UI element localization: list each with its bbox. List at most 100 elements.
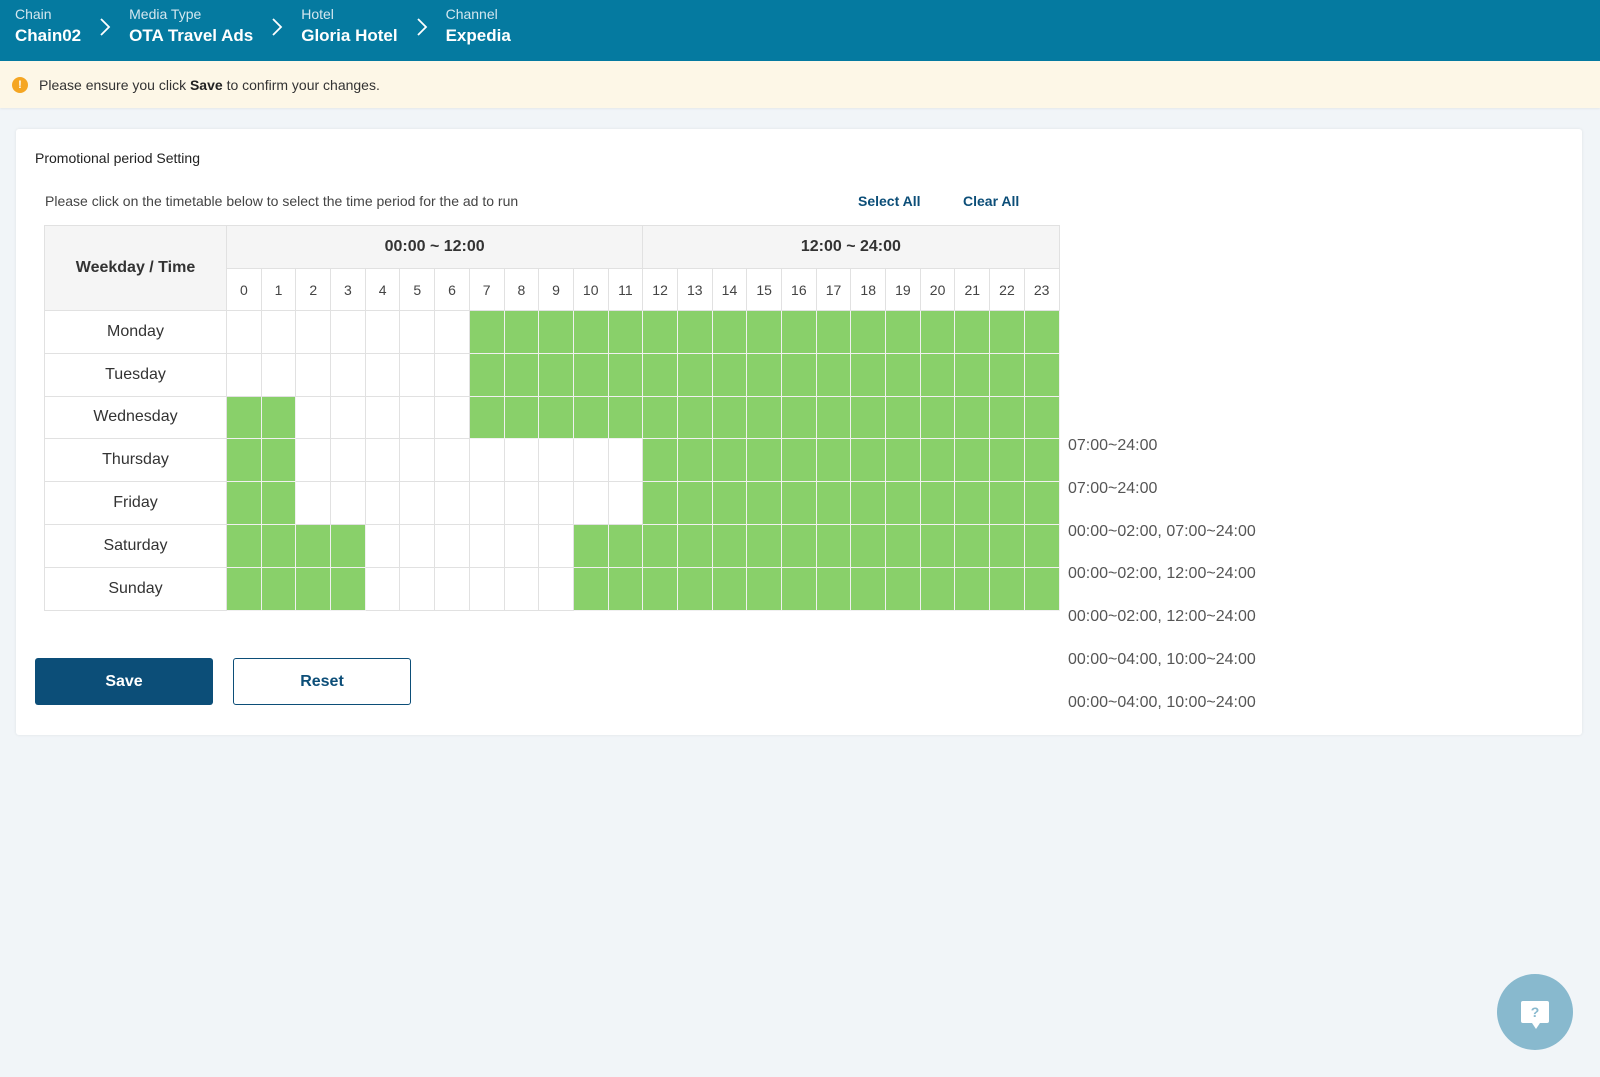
time-slot-cell[interactable] (781, 481, 817, 525)
hour-header[interactable]: 6 (434, 268, 470, 311)
time-slot-cell[interactable] (919, 566, 956, 611)
time-slot-cell[interactable] (989, 523, 1025, 568)
hour-header[interactable]: 19 (885, 268, 921, 311)
time-slot-cell[interactable] (503, 481, 540, 525)
time-slot-cell[interactable] (676, 566, 713, 611)
time-slot-cell[interactable] (434, 395, 470, 440)
hour-header[interactable]: 22 (989, 268, 1025, 311)
time-slot-cell[interactable] (919, 395, 956, 440)
time-slot-cell[interactable] (642, 352, 678, 397)
time-slot-cell[interactable] (468, 438, 505, 483)
breadcrumb-item-media-type[interactable]: Media Type OTA Travel Ads (129, 0, 253, 48)
time-slot-cell[interactable] (746, 438, 782, 483)
time-slot-cell[interactable] (364, 481, 401, 525)
time-slot-cell[interactable] (468, 566, 505, 611)
time-slot-cell[interactable] (989, 481, 1025, 525)
time-slot-cell[interactable] (538, 481, 574, 525)
hour-header[interactable]: 0 (226, 268, 262, 311)
time-slot-cell[interactable] (954, 395, 991, 440)
time-slot-cell[interactable] (607, 352, 644, 397)
time-slot-cell[interactable] (330, 523, 366, 568)
time-slot-cell[interactable] (399, 481, 436, 525)
time-slot-cell[interactable] (572, 310, 609, 354)
time-slot-cell[interactable] (364, 395, 401, 440)
time-slot-cell[interactable] (572, 395, 609, 440)
time-slot-cell[interactable] (885, 566, 921, 611)
time-slot-cell[interactable] (954, 566, 991, 611)
time-slot-cell[interactable] (711, 352, 748, 397)
time-slot-cell[interactable] (538, 310, 574, 354)
time-slot-cell[interactable] (399, 395, 436, 440)
time-slot-cell[interactable] (642, 310, 678, 354)
hour-header[interactable]: 9 (538, 268, 574, 311)
hour-header[interactable]: 13 (676, 268, 713, 311)
time-slot-cell[interactable] (850, 481, 887, 525)
time-slot-cell[interactable] (850, 438, 887, 483)
hour-header[interactable]: 21 (954, 268, 991, 311)
time-slot-cell[interactable] (781, 438, 817, 483)
time-slot-cell[interactable] (989, 352, 1025, 397)
time-slot-cell[interactable] (850, 523, 887, 568)
time-slot-cell[interactable] (295, 566, 332, 611)
time-slot-cell[interactable] (676, 395, 713, 440)
time-slot-cell[interactable] (885, 310, 921, 354)
weekday-label[interactable]: Monday (44, 310, 227, 354)
time-slot-cell[interactable] (572, 566, 609, 611)
time-slot-cell[interactable] (260, 310, 297, 354)
time-slot-cell[interactable] (711, 566, 748, 611)
reset-button[interactable]: Reset (233, 658, 411, 705)
hour-header[interactable]: 16 (781, 268, 817, 311)
time-slot-cell[interactable] (954, 310, 991, 354)
time-slot-cell[interactable] (711, 481, 748, 525)
time-slot-cell[interactable] (781, 566, 817, 611)
time-slot-cell[interactable] (503, 523, 540, 568)
time-slot-cell[interactable] (885, 523, 921, 568)
time-slot-cell[interactable] (330, 481, 366, 525)
time-slot-cell[interactable] (503, 395, 540, 440)
time-slot-cell[interactable] (607, 438, 644, 483)
time-slot-cell[interactable] (746, 566, 782, 611)
time-slot-cell[interactable] (538, 523, 574, 568)
time-slot-cell[interactable] (989, 395, 1025, 440)
time-slot-cell[interactable] (746, 523, 782, 568)
time-slot-cell[interactable] (538, 438, 574, 483)
time-slot-cell[interactable] (815, 310, 852, 354)
select-all-button[interactable]: Select All (858, 193, 921, 209)
breadcrumb-item-chain[interactable]: Chain Chain02 (15, 0, 81, 48)
time-slot-cell[interactable] (364, 438, 401, 483)
time-slot-cell[interactable] (850, 566, 887, 611)
weekday-label[interactable]: Thursday (44, 438, 227, 483)
hour-header[interactable]: 3 (330, 268, 366, 311)
time-slot-cell[interactable] (815, 395, 852, 440)
time-slot-cell[interactable] (1023, 395, 1060, 440)
time-slot-cell[interactable] (711, 310, 748, 354)
time-slot-cell[interactable] (468, 395, 505, 440)
hour-header[interactable]: 20 (919, 268, 956, 311)
time-slot-cell[interactable] (642, 481, 678, 525)
time-slot-cell[interactable] (295, 438, 332, 483)
time-slot-cell[interactable] (607, 566, 644, 611)
time-slot-cell[interactable] (954, 438, 991, 483)
hour-header[interactable]: 14 (711, 268, 748, 311)
time-slot-cell[interactable] (1023, 352, 1060, 397)
time-slot-cell[interactable] (954, 481, 991, 525)
hour-header[interactable]: 11 (607, 268, 644, 311)
time-slot-cell[interactable] (330, 566, 366, 611)
time-slot-cell[interactable] (850, 395, 887, 440)
hour-header[interactable]: 5 (399, 268, 436, 311)
time-slot-cell[interactable] (226, 438, 262, 483)
time-slot-cell[interactable] (746, 481, 782, 525)
time-slot-cell[interactable] (260, 395, 297, 440)
time-slot-cell[interactable] (1023, 481, 1060, 525)
time-slot-cell[interactable] (364, 523, 401, 568)
time-slot-cell[interactable] (260, 438, 297, 483)
time-slot-cell[interactable] (919, 352, 956, 397)
time-slot-cell[interactable] (607, 395, 644, 440)
time-slot-cell[interactable] (434, 481, 470, 525)
hour-header[interactable]: 2 (295, 268, 332, 311)
time-slot-cell[interactable] (364, 310, 401, 354)
time-slot-cell[interactable] (503, 438, 540, 483)
time-slot-cell[interactable] (226, 481, 262, 525)
hour-header[interactable]: 8 (503, 268, 540, 311)
time-slot-cell[interactable] (954, 352, 991, 397)
